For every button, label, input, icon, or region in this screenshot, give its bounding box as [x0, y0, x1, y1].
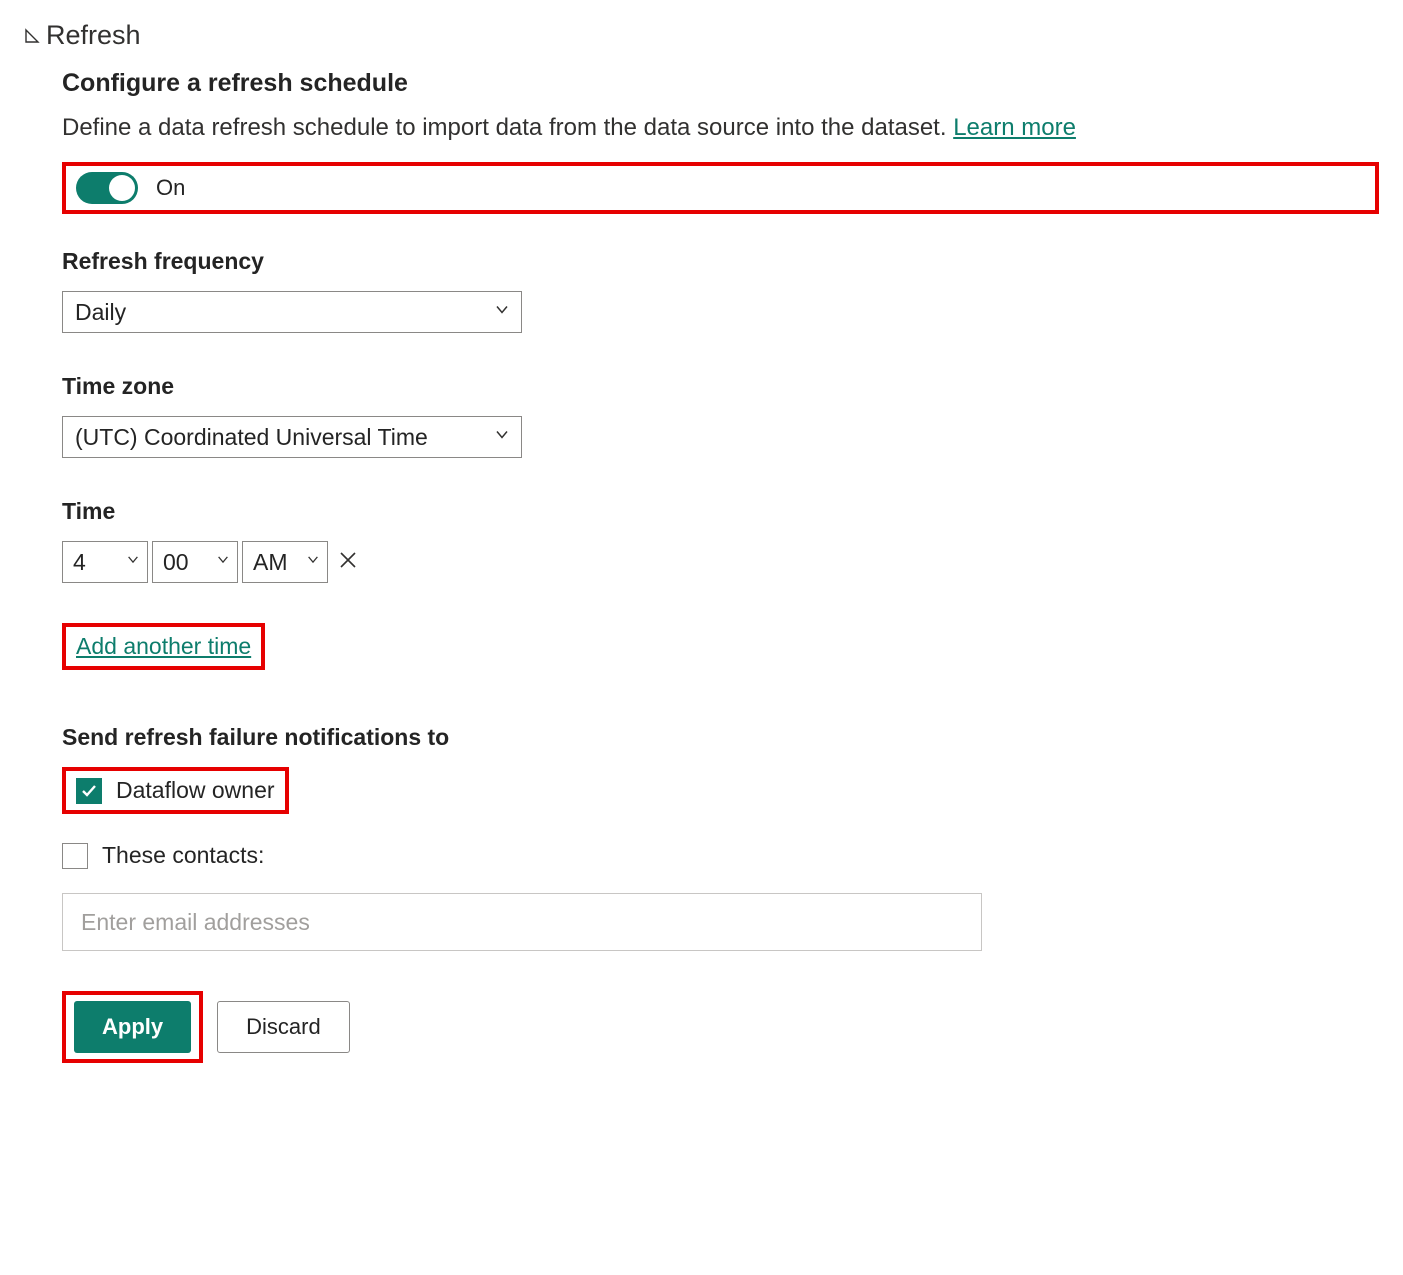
schedule-toggle[interactable]: [76, 172, 138, 204]
description-text: Define a data refresh schedule to import…: [62, 114, 953, 141]
these-contacts-label: These contacts:: [102, 842, 264, 869]
section-header-refresh[interactable]: Refresh: [24, 20, 1379, 51]
notifications-label: Send refresh failure notifications to: [62, 724, 1379, 751]
section-subtitle: Configure a refresh schedule: [62, 69, 1379, 98]
discard-button[interactable]: Discard: [217, 1001, 350, 1053]
time-label: Time: [62, 498, 1379, 525]
these-contacts-checkbox[interactable]: [62, 843, 88, 869]
dataflow-owner-checkbox[interactable]: [76, 778, 102, 804]
apply-button-highlight: Apply: [62, 991, 203, 1063]
timezone-label: Time zone: [62, 373, 1379, 400]
apply-button[interactable]: Apply: [74, 1001, 191, 1053]
contacts-email-input[interactable]: [62, 893, 982, 951]
add-another-time-link[interactable]: Add another time: [76, 633, 251, 660]
collapse-triangle-icon: [24, 28, 40, 44]
timezone-select[interactable]: [62, 416, 522, 458]
schedule-toggle-label: On: [156, 175, 185, 201]
time-minute-select[interactable]: [152, 541, 238, 583]
section-title: Refresh: [46, 20, 141, 51]
learn-more-link[interactable]: Learn more: [953, 114, 1076, 141]
remove-time-icon[interactable]: [334, 546, 362, 579]
section-description: Define a data refresh schedule to import…: [62, 114, 1379, 142]
refresh-frequency-label: Refresh frequency: [62, 248, 1379, 275]
time-ampm-select[interactable]: [242, 541, 328, 583]
time-hour-select[interactable]: [62, 541, 148, 583]
dataflow-owner-label: Dataflow owner: [116, 777, 275, 804]
dataflow-owner-highlight: Dataflow owner: [62, 767, 289, 814]
add-another-time-highlight: Add another time: [62, 623, 265, 670]
schedule-toggle-highlight: On: [62, 162, 1379, 214]
refresh-frequency-select[interactable]: [62, 291, 522, 333]
